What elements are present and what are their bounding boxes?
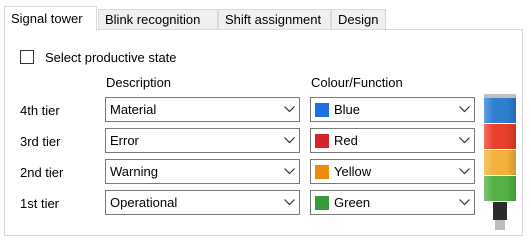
color-swatch	[315, 195, 329, 210]
tier-label-4: 4th tier	[20, 103, 60, 118]
select-productive-state-checkbox[interactable]: Select productive state	[20, 49, 177, 65]
description-select-tier-4[interactable]: Material	[105, 97, 300, 122]
colour-value: Green	[334, 195, 371, 210]
color-swatch	[315, 164, 329, 179]
colour-value: Blue	[334, 102, 361, 117]
chevron-down-icon[interactable]	[454, 98, 474, 121]
chevron-down-icon[interactable]	[279, 160, 299, 183]
checkbox-label: Select productive state	[45, 49, 177, 65]
description-value: Warning	[110, 164, 158, 179]
colour-select-tier-2[interactable]: Yellow	[310, 159, 475, 184]
colour-select-tier-1[interactable]: Green	[310, 190, 475, 215]
description-column-header: Description	[106, 75, 172, 90]
checkbox-box[interactable]	[20, 50, 34, 64]
chevron-down-icon[interactable]	[279, 98, 299, 121]
chevron-down-icon[interactable]	[454, 191, 474, 214]
chevron-down-icon[interactable]	[454, 160, 474, 183]
chevron-down-icon[interactable]	[279, 191, 299, 214]
description-select-tier-2[interactable]: Warning	[105, 159, 300, 184]
color-swatch	[315, 102, 329, 117]
tier-label-1: 1st tier	[20, 196, 60, 211]
tower-light-4	[484, 98, 516, 123]
colour-value: Yellow	[334, 164, 372, 179]
description-select-tier-1[interactable]: Operational	[105, 190, 300, 215]
tier-label-3: 3rd tier	[20, 134, 61, 149]
chevron-down-icon[interactable]	[279, 129, 299, 152]
chevron-down-icon[interactable]	[454, 129, 474, 152]
tier-label-2: 2nd tier	[20, 165, 64, 180]
tower-light-1	[484, 176, 516, 201]
tab-blink-recognition[interactable]: Blink recognition	[98, 9, 218, 30]
colour-function-column-header: Colour/Function	[311, 75, 403, 90]
description-value: Error	[110, 133, 139, 148]
description-value: Operational	[110, 195, 178, 210]
description-select-tier-3[interactable]: Error	[105, 128, 300, 153]
tower-light-3	[484, 124, 516, 149]
tab-strip: Signal tower Blink recognition Shift ass…	[4, 6, 523, 31]
colour-value: Red	[334, 133, 358, 148]
signal-tower-graphic	[484, 94, 516, 230]
colour-select-tier-4[interactable]: Blue	[310, 97, 475, 122]
tower-foot	[495, 220, 505, 230]
tab-signal-tower[interactable]: Signal tower	[4, 6, 97, 31]
colour-select-tier-3[interactable]: Red	[310, 128, 475, 153]
description-value: Material	[110, 102, 157, 117]
tab-design[interactable]: Design	[331, 9, 386, 30]
tower-light-2	[484, 150, 516, 175]
tower-base	[493, 202, 507, 220]
tab-shift-assignment[interactable]: Shift assignment	[218, 9, 331, 30]
color-swatch	[315, 133, 329, 148]
